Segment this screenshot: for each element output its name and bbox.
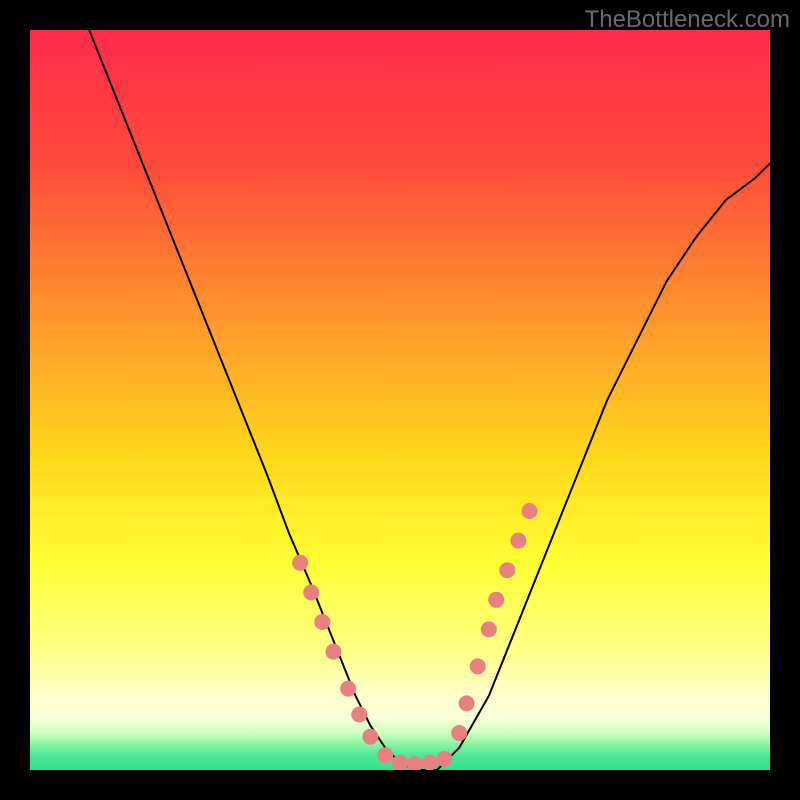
data-point xyxy=(325,644,341,660)
data-point xyxy=(510,533,526,549)
data-point xyxy=(303,584,319,600)
data-point xyxy=(436,751,452,767)
data-point xyxy=(522,503,538,519)
data-point xyxy=(292,555,308,571)
data-point xyxy=(459,695,475,711)
data-point xyxy=(351,707,367,723)
data-point xyxy=(488,592,504,608)
data-point xyxy=(470,658,486,674)
chart-plot-area xyxy=(30,30,770,770)
data-point xyxy=(422,755,438,770)
data-point xyxy=(451,725,467,741)
data-point xyxy=(392,755,408,770)
data-point xyxy=(362,729,378,745)
data-point xyxy=(499,562,515,578)
chart-background xyxy=(30,30,770,770)
data-point xyxy=(377,747,393,763)
data-point xyxy=(314,614,330,630)
watermark-text: TheBottleneck.com xyxy=(585,6,790,34)
data-point xyxy=(481,621,497,637)
chart-svg xyxy=(30,30,770,770)
data-point xyxy=(340,681,356,697)
